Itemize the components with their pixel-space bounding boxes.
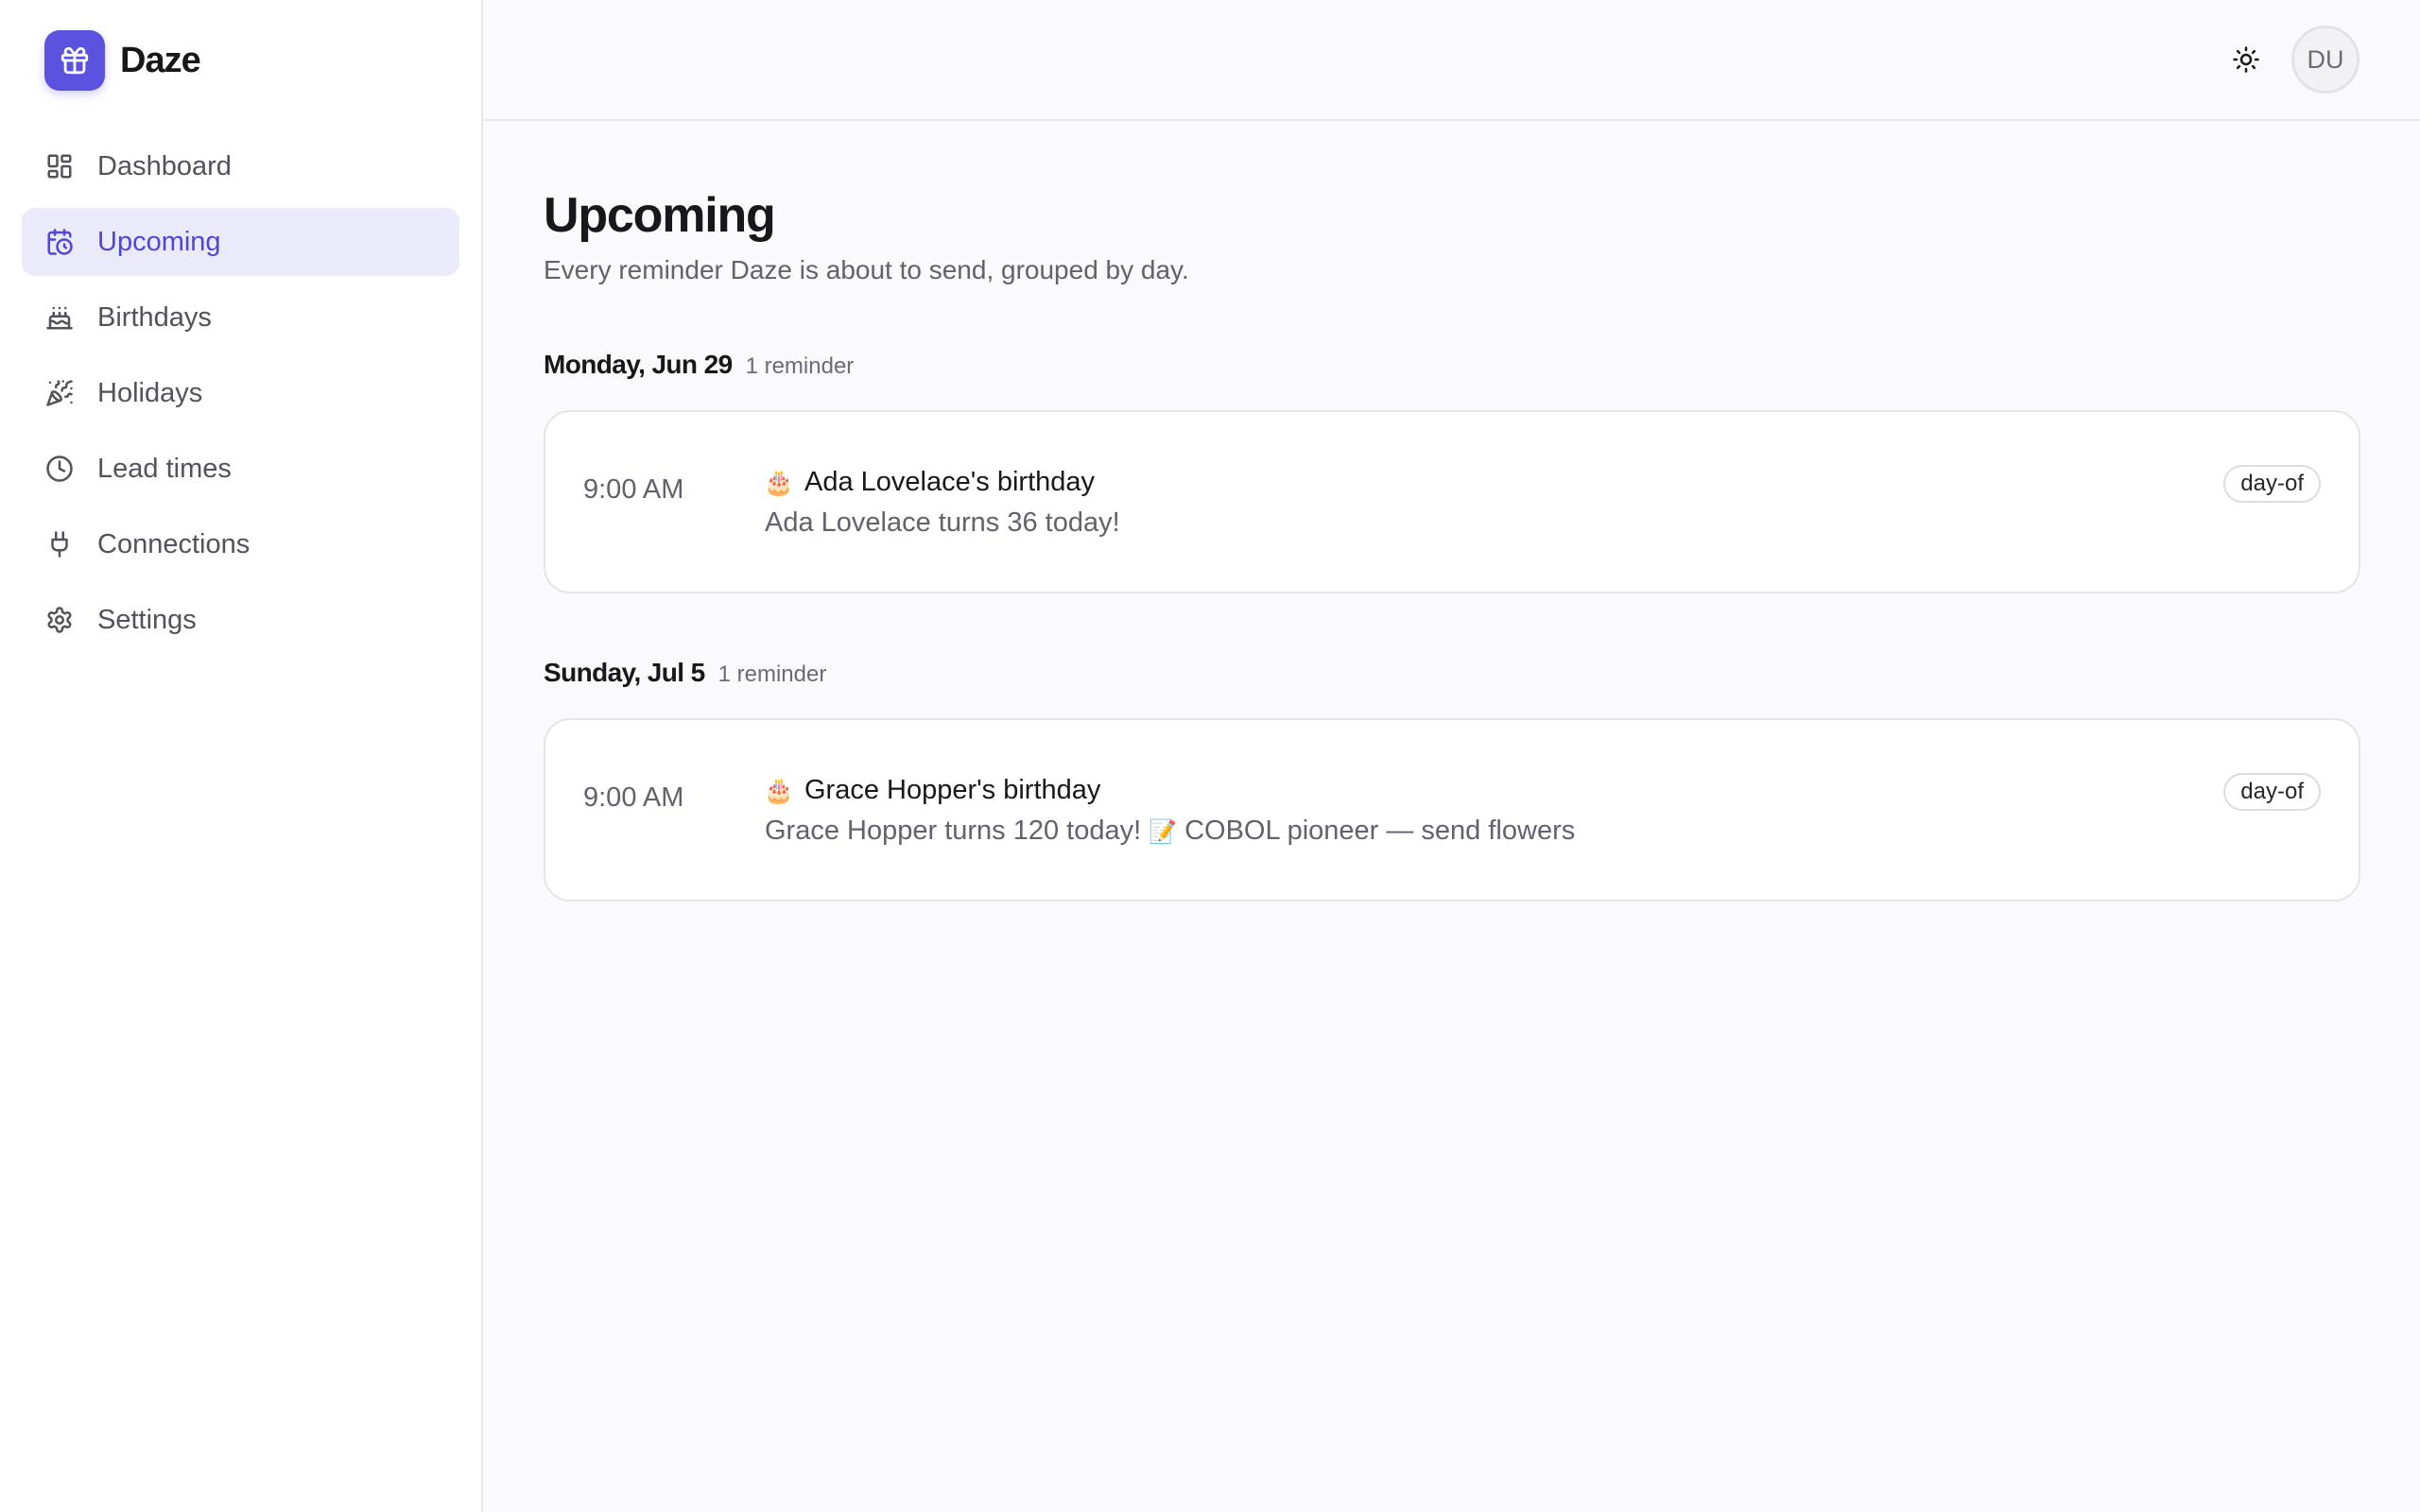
clock-icon bbox=[44, 454, 75, 484]
day-title: Sunday, Jul 5 bbox=[544, 658, 705, 687]
calendar-clock-icon bbox=[44, 227, 75, 257]
day-title: Monday, Jun 29 bbox=[544, 350, 733, 379]
gear-icon bbox=[44, 605, 75, 635]
reminder-count: 1 reminder bbox=[745, 353, 855, 379]
reminder-description: Grace Hopper turns 120 today! 📝 COBOL pion… bbox=[765, 816, 2321, 847]
sidebar: Daze Dashboard Upcoming Birthdays Holida… bbox=[0, 0, 483, 1512]
reminder-count: 1 reminder bbox=[717, 662, 827, 687]
party-popper-icon bbox=[44, 378, 75, 408]
lead-time-badge: day-of bbox=[2223, 773, 2321, 811]
reminder-title-row: 🎂 Ada Lovelace's birthday bbox=[763, 467, 2321, 498]
reminder-card[interactable]: 9:00 AM 🎂 Ada Lovelace's birthday Ada Lo… bbox=[544, 410, 2360, 593]
topbar: DU bbox=[483, 0, 2420, 121]
sidebar-item-label: Dashboard bbox=[97, 150, 232, 181]
cake-emoji-icon: 🎂 bbox=[763, 776, 795, 804]
content: Upcoming Every reminder Daze is about to… bbox=[483, 121, 2420, 902]
sidebar-item-upcoming[interactable]: Upcoming bbox=[22, 208, 459, 276]
page-title: Upcoming bbox=[544, 188, 776, 243]
sidebar-item-holidays[interactable]: Holidays bbox=[22, 359, 459, 427]
sidebar-item-label: Connections bbox=[97, 528, 251, 559]
reminder-body: 🎂 Ada Lovelace's birthday Ada Lovelace t… bbox=[763, 412, 2321, 592]
reminder-card[interactable]: 9:00 AM 🎂 Grace Hopper's birthday Grace … bbox=[544, 718, 2360, 902]
reminder-description-text: Ada Lovelace turns 36 today! bbox=[765, 507, 1120, 538]
day-group: Monday, Jun 29 1 reminder 9:00 AM 🎂 Ada … bbox=[544, 350, 2360, 593]
page-subtitle: Every reminder Daze is about to send, gr… bbox=[544, 255, 1189, 284]
reminder-description: Ada Lovelace turns 36 today! bbox=[765, 507, 2321, 539]
reminder-time: 9:00 AM bbox=[583, 474, 684, 505]
main: DU Upcoming Every reminder Daze is about… bbox=[483, 0, 2420, 1512]
brand[interactable]: Daze bbox=[0, 0, 481, 121]
day-group: Sunday, Jul 5 1 reminder 9:00 AM 🎂 Grace… bbox=[544, 658, 2360, 902]
sun-icon bbox=[2232, 45, 2260, 74]
reminder-body: 🎂 Grace Hopper's birthday Grace Hopper t… bbox=[763, 720, 2321, 900]
memo-emoji-icon: 📝 bbox=[1149, 819, 1178, 845]
sidebar-item-dashboard[interactable]: Dashboard bbox=[22, 132, 459, 200]
day-header: Monday, Jun 29 1 reminder bbox=[544, 350, 2360, 391]
theme-toggle-button[interactable] bbox=[2223, 37, 2269, 82]
dashboard-icon bbox=[44, 151, 75, 181]
brand-name: Daze bbox=[120, 40, 201, 80]
sidebar-item-label: Upcoming bbox=[97, 226, 221, 257]
sidebar-item-label: Holidays bbox=[97, 377, 203, 408]
lead-time-badge: day-of bbox=[2223, 465, 2321, 503]
reminder-title: Ada Lovelace's birthday bbox=[804, 467, 1096, 497]
reminder-description-text: Grace Hopper turns 120 today! bbox=[765, 816, 1142, 846]
reminder-note: COBOL pioneer — send flowers bbox=[1184, 816, 1576, 846]
sidebar-item-label: Lead times bbox=[97, 453, 232, 484]
reminder-time: 9:00 AM bbox=[583, 782, 684, 813]
sidebar-nav: Dashboard Upcoming Birthdays Holidays Le… bbox=[0, 121, 481, 654]
app-root: Daze Dashboard Upcoming Birthdays Holida… bbox=[0, 0, 2420, 1512]
sidebar-item-birthdays[interactable]: Birthdays bbox=[22, 284, 459, 352]
cake-emoji-icon: 🎂 bbox=[763, 468, 795, 496]
sidebar-item-label: Settings bbox=[97, 604, 197, 635]
gift-icon bbox=[44, 30, 105, 91]
sidebar-item-settings[interactable]: Settings bbox=[22, 586, 459, 654]
avatar[interactable]: DU bbox=[2291, 26, 2360, 94]
reminder-title: Grace Hopper's birthday bbox=[804, 775, 1101, 805]
sidebar-item-label: Birthdays bbox=[97, 301, 212, 333]
day-header: Sunday, Jul 5 1 reminder bbox=[544, 658, 2360, 699]
cake-icon bbox=[44, 302, 75, 333]
reminder-title-row: 🎂 Grace Hopper's birthday bbox=[763, 775, 2321, 806]
plug-icon bbox=[44, 529, 75, 559]
sidebar-item-connections[interactable]: Connections bbox=[22, 510, 459, 578]
sidebar-item-lead-times[interactable]: Lead times bbox=[22, 435, 459, 503]
